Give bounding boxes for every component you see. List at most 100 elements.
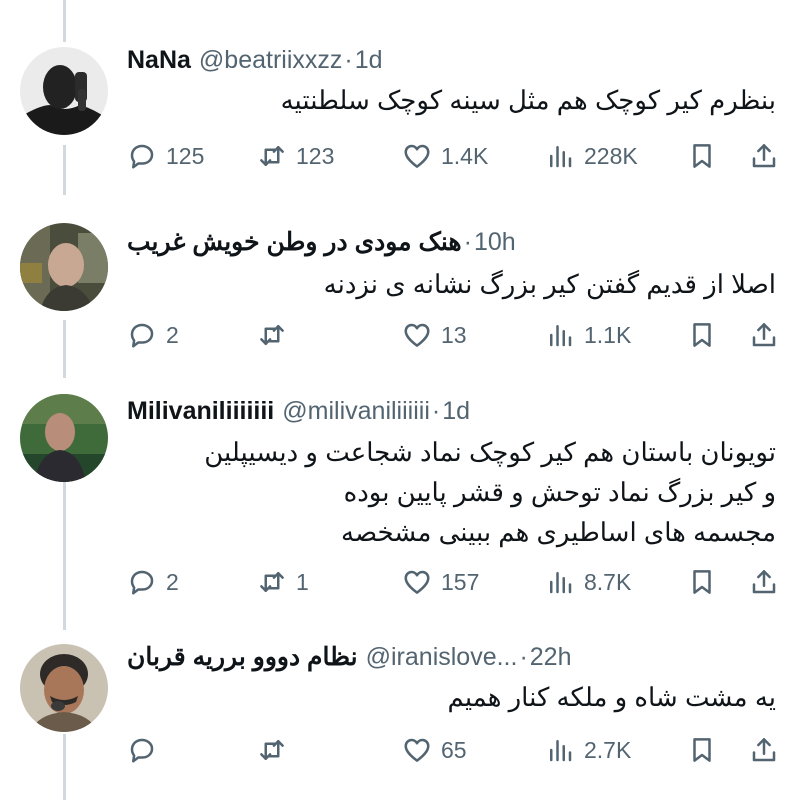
share-icon [752, 144, 776, 168]
user-handle[interactable]: @milivaniliiiiii [282, 397, 430, 426]
views-count: 1.1K [584, 321, 632, 348]
reply-count: 2 [166, 568, 179, 595]
post-text-line: یه مشت شاه و ملکه کنار همیم [447, 682, 776, 712]
post-text-line: و کیر بزرگ نماد توحش و قشر پایین بوده [343, 477, 776, 507]
repost-button[interactable] [257, 730, 296, 770]
reply-count: 2 [166, 321, 179, 348]
share-button[interactable] [749, 136, 779, 176]
share-icon [752, 323, 776, 347]
heart-icon [404, 570, 430, 594]
views-icon [550, 740, 572, 762]
display-name[interactable]: NaNa [127, 46, 191, 75]
post-text: اصلا از قدیم گفتن کیر بزرگ نشانه ی نزدنه [324, 264, 776, 304]
views-button[interactable]: 2.7K [545, 730, 631, 770]
views-button[interactable]: 1.1K [545, 315, 631, 355]
timestamp[interactable]: 10h [474, 228, 516, 257]
post-text-line: اصلا از قدیم گفتن کیر بزرگ نشانه ی نزدنه [323, 269, 776, 299]
views-button[interactable]: 228K [545, 136, 638, 176]
separator-dot: · [519, 642, 528, 671]
reply-icon [130, 323, 154, 348]
post-text-line: مجسمه های اساطیری هم ببینی مشخصه [341, 517, 776, 547]
bookmark-icon [693, 738, 711, 762]
bookmark-icon [693, 323, 711, 347]
views-button[interactable]: 8.7K [545, 562, 631, 602]
repost-icon [260, 325, 284, 345]
timestamp[interactable]: 1d [355, 46, 383, 75]
timestamp[interactable]: 1d [442, 397, 470, 426]
repost-count: 1 [296, 568, 309, 595]
views-count: 228K [584, 142, 638, 169]
action-bar: 2 1 157 8.7K [127, 562, 782, 602]
views-icon [550, 146, 572, 168]
like-button[interactable]: 157 [402, 562, 479, 602]
like-count: 157 [441, 568, 480, 595]
reply-button[interactable] [127, 730, 166, 770]
action-bar: 125 123 1.4K 228K [127, 136, 782, 176]
reply-icon [130, 570, 154, 595]
reply-count: 125 [166, 142, 205, 169]
share-button[interactable] [749, 730, 779, 770]
post[interactable]: NaNa @beatriixxzz · 1d بنظرم کیر کوچک هم… [0, 0, 800, 195]
avatar[interactable] [20, 394, 108, 482]
like-count: 65 [441, 736, 467, 763]
action-bar: 2 13 1.1K [127, 315, 782, 355]
display-name[interactable]: هنک مودی در وطن خویش غریب [127, 227, 462, 257]
bookmark-icon [693, 144, 711, 168]
views-icon [550, 572, 572, 594]
post-text-line: بنظرم کیر کوچک هم مثل سینه کوچک سلطنتیه [280, 85, 776, 115]
reply-icon [130, 738, 154, 763]
views-count: 8.7K [584, 568, 632, 595]
post-header: نظام دووو برریه قربان @iranislove... · 2… [127, 640, 572, 674]
like-button[interactable]: 65 [402, 730, 467, 770]
reply-icon [130, 144, 154, 169]
post[interactable]: Milivaniliiiiiii @milivaniliiiiii · 1d ت… [0, 378, 800, 630]
repost-button[interactable] [257, 315, 296, 355]
timestamp[interactable]: 22h [530, 643, 572, 672]
repost-icon [260, 572, 284, 592]
share-icon [752, 738, 776, 762]
bookmark-button[interactable] [687, 730, 717, 770]
post-header: Milivaniliiiiiii @milivaniliiiiii · 1d [127, 394, 470, 428]
repost-icon [260, 146, 284, 166]
reply-button[interactable]: 125 [127, 136, 204, 176]
post[interactable]: هنک مودی در وطن خویش غریب · 10h اصلا از … [0, 195, 800, 378]
display-name[interactable]: نظام دووو برریه قربان [127, 642, 358, 672]
bookmark-button[interactable] [687, 315, 717, 355]
post[interactable]: نظام دووو برریه قربان @iranislove... · 2… [0, 630, 800, 800]
like-button[interactable]: 13 [402, 315, 467, 355]
action-bar: 65 2.7K [127, 730, 782, 770]
post-text: یه مشت شاه و ملکه کنار همیم [448, 677, 776, 717]
reply-button[interactable]: 2 [127, 315, 179, 355]
heart-icon [404, 738, 430, 762]
repost-button[interactable]: 1 [257, 562, 309, 602]
user-handle[interactable]: @iranislove... [366, 643, 518, 672]
like-count: 1.4K [441, 142, 489, 169]
post-text-line: تویونان باستان هم کیر کوچک نماد شجاعت و … [204, 437, 776, 467]
repost-icon [260, 740, 284, 760]
post-text: بنظرم کیر کوچک هم مثل سینه کوچک سلطنتیه [281, 80, 776, 120]
post-header: هنک مودی در وطن خویش غریب · 10h [127, 225, 516, 259]
share-icon [752, 570, 776, 594]
like-count: 13 [441, 321, 467, 348]
avatar[interactable] [20, 223, 108, 311]
display-name[interactable]: Milivaniliiiiiii [127, 397, 274, 426]
post-header: NaNa @beatriixxzz · 1d [127, 43, 383, 77]
reply-button[interactable]: 2 [127, 562, 179, 602]
heart-icon [404, 144, 430, 168]
separator-dot: · [344, 45, 353, 74]
repost-button[interactable]: 123 [257, 136, 334, 176]
heart-icon [404, 323, 430, 347]
bookmark-button[interactable] [687, 562, 717, 602]
avatar[interactable] [20, 47, 108, 135]
bookmark-button[interactable] [687, 136, 717, 176]
views-count: 2.7K [584, 736, 632, 763]
avatar[interactable] [20, 644, 108, 732]
share-button[interactable] [749, 562, 779, 602]
user-handle[interactable]: @beatriixxzz [199, 46, 342, 75]
repost-count: 123 [296, 142, 335, 169]
share-button[interactable] [749, 315, 779, 355]
like-button[interactable]: 1.4K [402, 136, 488, 176]
bookmark-icon [693, 570, 711, 594]
separator-dot: · [463, 227, 472, 256]
post-text: تویونان باستان هم کیر کوچک نماد شجاعت و … [204, 432, 776, 552]
